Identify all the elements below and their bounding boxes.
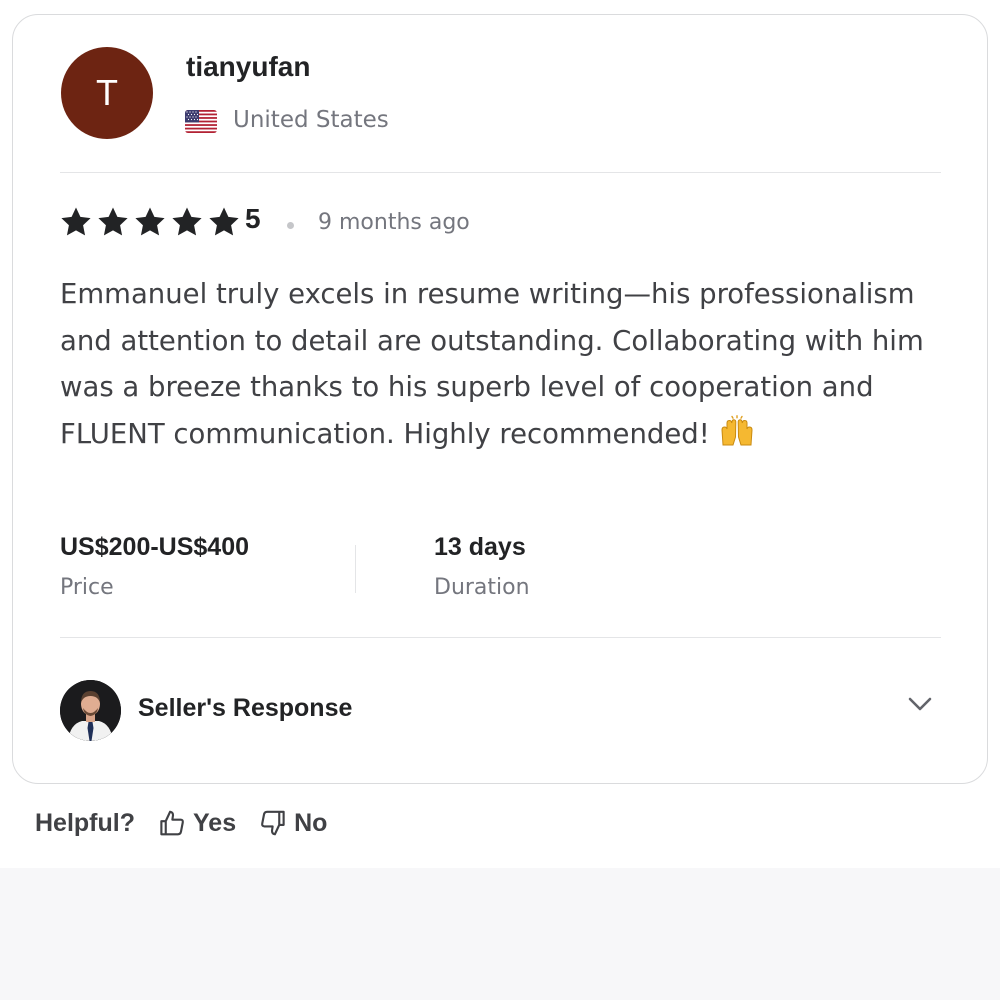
- review-page: T tianyufan United States 5 9 months ago…: [0, 0, 1000, 1000]
- thumbs-down-icon: [261, 810, 285, 836]
- review-body: Emmanuel truly excels in resume writing—…: [60, 271, 940, 457]
- review-time: 9 months ago: [318, 210, 470, 235]
- star-icon: [172, 207, 202, 236]
- rating-value: 5: [245, 203, 261, 234]
- helpful-label: Helpful?: [35, 808, 135, 837]
- price-value: US$200-US$400: [60, 533, 250, 561]
- page-footer-band: [0, 868, 1000, 1000]
- raising-hands-emoji: [720, 414, 753, 445]
- helpful-no-button[interactable]: No: [258, 808, 327, 838]
- review-text: Emmanuel truly excels in resume writing—…: [60, 278, 924, 450]
- helpful-yes-button[interactable]: Yes: [157, 808, 236, 838]
- price-label: Price: [60, 575, 114, 600]
- header-divider: [60, 172, 941, 173]
- seller-avatar: [60, 680, 121, 741]
- chevron-down-icon[interactable]: [905, 689, 935, 719]
- thumbs-up-icon: [160, 810, 184, 836]
- avatar-initial: T: [96, 72, 118, 113]
- star-icon: [135, 207, 165, 236]
- helpful-no-label: No: [294, 808, 328, 837]
- helpful-yes-label: Yes: [193, 808, 237, 837]
- seller-response-toggle[interactable]: Seller's Response: [60, 679, 940, 741]
- reviewer-avatar[interactable]: T: [61, 47, 153, 139]
- reviewer-username[interactable]: tianyufan: [186, 51, 310, 83]
- star-rating: [59, 205, 241, 239]
- us-flag-icon: [185, 110, 217, 133]
- duration-label: Duration: [434, 575, 530, 600]
- reviewer-country: United States: [233, 107, 389, 133]
- star-icon: [98, 207, 128, 236]
- star-icon: [209, 207, 239, 236]
- review-card: T tianyufan United States 5 9 months ago…: [12, 14, 988, 784]
- details-divider: [60, 637, 941, 638]
- helpful-bar: Helpful? Yes No: [35, 808, 349, 838]
- seller-response-title: Seller's Response: [138, 694, 353, 722]
- star-icon: [61, 207, 91, 236]
- details-separator: [355, 545, 356, 593]
- duration-value: 13 days: [434, 533, 526, 561]
- separator-dot: [287, 222, 294, 229]
